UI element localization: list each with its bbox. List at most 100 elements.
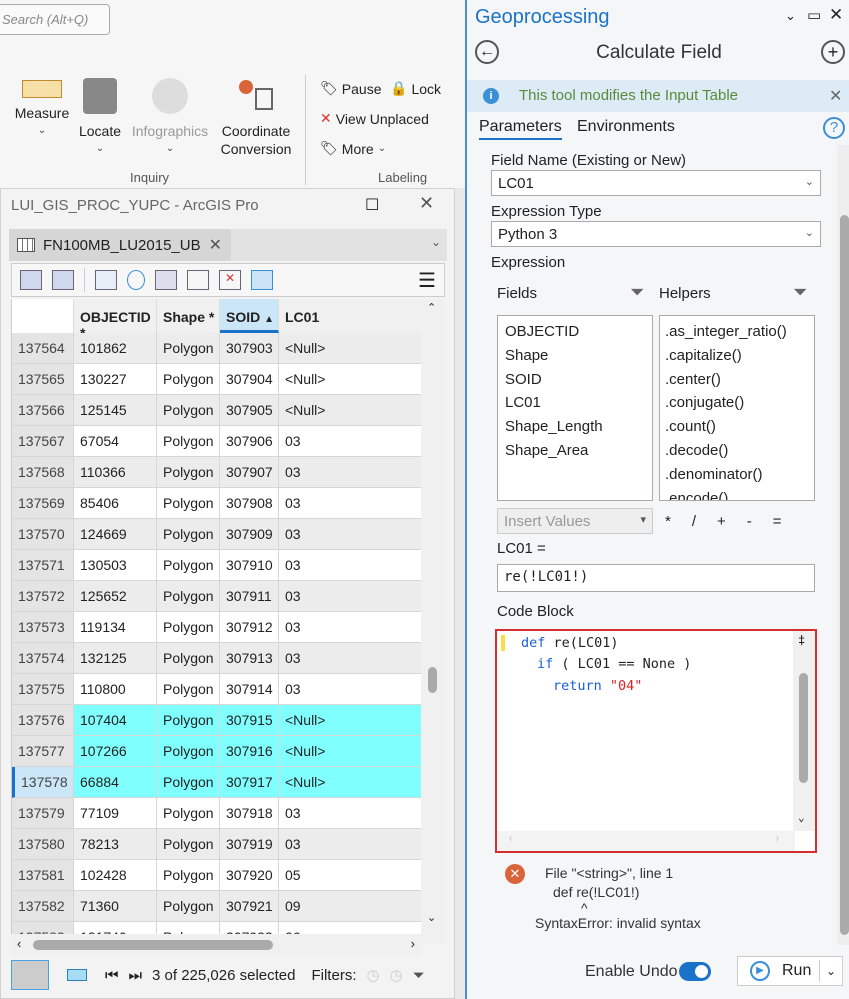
row-number[interactable]: 137567 xyxy=(12,426,74,457)
table-cell[interactable]: 71360 xyxy=(74,891,157,922)
table-cell[interactable]: 05 xyxy=(279,860,422,891)
column-header-shape[interactable]: Shape * xyxy=(157,299,220,333)
table-cell[interactable]: 125652 xyxy=(74,581,157,612)
row-number[interactable]: 137570 xyxy=(12,519,74,550)
field-name-select[interactable]: LC01 ⌄ xyxy=(491,170,821,196)
helper-list-item[interactable]: .count() xyxy=(665,415,814,439)
add-icon[interactable]: + xyxy=(821,40,845,64)
row-number[interactable]: 137575 xyxy=(12,674,74,705)
helper-list-item[interactable]: .denominator() xyxy=(665,463,814,487)
table-cell[interactable]: Polygon xyxy=(157,674,220,705)
table-cell[interactable]: Polygon xyxy=(157,364,220,395)
table-cell[interactable]: Polygon xyxy=(157,736,220,767)
table-cell[interactable]: <Null> xyxy=(279,767,422,798)
dismiss-info-icon[interactable]: ✕ xyxy=(829,86,842,106)
expression-type-select[interactable]: Python 3 ⌄ xyxy=(491,221,821,247)
table-cell[interactable]: 307920 xyxy=(220,860,279,891)
code-horizontal-scrollbar[interactable]: ‹ › xyxy=(497,831,795,851)
table-cell[interactable]: 110366 xyxy=(74,457,157,488)
table-cell[interactable]: Polygon xyxy=(157,798,220,829)
table-cell[interactable]: Polygon xyxy=(157,581,220,612)
tab-list-chevron-icon[interactable]: ⌄ xyxy=(431,235,441,249)
row-number[interactable]: 137577 xyxy=(12,736,74,767)
table-cell[interactable]: 307912 xyxy=(220,612,279,643)
search-input[interactable]: Search (Alt+Q) xyxy=(0,4,110,35)
table-cell[interactable]: 307908 xyxy=(220,488,279,519)
table-cell[interactable]: <Null> xyxy=(279,736,422,767)
table-cell[interactable]: 307904 xyxy=(220,364,279,395)
table-cell[interactable]: 307913 xyxy=(220,643,279,674)
table-cell[interactable]: 03 xyxy=(279,550,422,581)
select-all-corner[interactable] xyxy=(12,299,74,333)
table-cell[interactable]: 307914 xyxy=(220,674,279,705)
helper-list-item[interactable]: .encode() xyxy=(665,487,814,500)
table-cell[interactable]: 307915 xyxy=(220,705,279,736)
enable-undo-toggle[interactable] xyxy=(679,962,711,981)
row-number[interactable]: 137578 xyxy=(12,767,74,798)
table-cell[interactable]: 107266 xyxy=(74,736,157,767)
close-tab-icon[interactable]: ✕ xyxy=(209,235,222,255)
operator-button[interactable]: - xyxy=(747,513,752,530)
table-cell[interactable]: Polygon xyxy=(157,488,220,519)
table-cell[interactable]: Polygon xyxy=(157,457,220,488)
table-cell[interactable]: 307910 xyxy=(220,550,279,581)
table-cell[interactable]: 03 xyxy=(279,643,422,674)
helper-list-item[interactable]: .as_integer_ratio() xyxy=(665,320,814,344)
table-cell[interactable]: 130503 xyxy=(74,550,157,581)
add-field-icon[interactable] xyxy=(20,270,42,290)
table-cell[interactable]: 307921 xyxy=(220,891,279,922)
table-cell[interactable]: Polygon xyxy=(157,860,220,891)
table-cell[interactable]: 03 xyxy=(279,612,422,643)
row-number[interactable]: 137572 xyxy=(12,581,74,612)
table-cell[interactable]: 307922 xyxy=(220,922,279,934)
table-cell[interactable]: 110800 xyxy=(74,674,157,705)
code-vertical-scrollbar[interactable]: ‡ ⌄ xyxy=(793,631,815,831)
more-labeling-button[interactable]: 🏷 More ⌄ xyxy=(320,140,386,157)
row-number[interactable]: 137564 xyxy=(12,333,74,364)
row-number[interactable]: 137568 xyxy=(12,457,74,488)
pane-close-icon[interactable]: ✕ xyxy=(829,5,843,25)
table-cell[interactable]: 66884 xyxy=(74,767,157,798)
table-cell[interactable]: 78213 xyxy=(74,829,157,860)
table-menu-icon[interactable]: ☰ xyxy=(418,268,436,293)
table-cell[interactable]: <Null> xyxy=(279,705,422,736)
table-cell[interactable]: Polygon xyxy=(157,829,220,860)
expression-input[interactable]: re(!LC01!) xyxy=(497,564,815,592)
locate-button[interactable]: Locate ⌄ xyxy=(74,78,126,158)
table-cell[interactable]: 06 xyxy=(279,922,422,934)
table-cell[interactable]: Polygon xyxy=(157,395,220,426)
column-header-objectid[interactable]: OBJECTID * xyxy=(74,299,157,341)
calculate-field-icon[interactable] xyxy=(52,270,74,290)
table-cell[interactable]: 307911 xyxy=(220,581,279,612)
delete-selection-icon[interactable]: ✕ xyxy=(219,270,241,290)
lock-labeling-button[interactable]: 🔒 Lock xyxy=(390,80,441,97)
show-selected-records-button[interactable] xyxy=(67,969,87,981)
table-cell[interactable]: 307905 xyxy=(220,395,279,426)
horizontal-scroll-thumb[interactable] xyxy=(33,940,273,950)
table-cell[interactable]: 130227 xyxy=(74,364,157,395)
scroll-down-icon[interactable]: ⌄ xyxy=(798,811,805,824)
table-cell[interactable]: 03 xyxy=(279,426,422,457)
help-icon[interactable]: ? xyxy=(823,117,845,139)
pause-labeling-button[interactable]: 🏷 Pause xyxy=(320,80,381,97)
table-cell[interactable]: 03 xyxy=(279,798,422,829)
pane-maximize-icon[interactable]: ▭ xyxy=(807,6,821,24)
first-record-icon[interactable]: ⏮ xyxy=(105,967,119,984)
table-cell[interactable]: Polygon xyxy=(157,922,220,934)
vertical-scrollbar[interactable]: ⌃ ⌄ xyxy=(421,299,445,944)
operator-button[interactable]: / xyxy=(692,513,696,530)
row-number[interactable]: 137573 xyxy=(12,612,74,643)
table-cell[interactable]: 119134 xyxy=(74,612,157,643)
field-list-item[interactable]: Shape_Length xyxy=(505,415,652,439)
table-cell[interactable]: 85406 xyxy=(74,488,157,519)
zoom-to-selection-icon[interactable] xyxy=(127,270,145,290)
helpers-filter-icon[interactable]: ⏷ xyxy=(793,282,807,303)
view-unplaced-button[interactable]: ✕ View Unplaced xyxy=(320,110,429,127)
code-scroll-thumb[interactable] xyxy=(799,673,808,783)
insert-values-select[interactable]: Insert Values ▾ xyxy=(497,508,653,534)
table-cell[interactable]: 125145 xyxy=(74,395,157,426)
row-number[interactable]: 137565 xyxy=(12,364,74,395)
coordinate-conversion-button[interactable]: Coordinate Conversion xyxy=(216,80,296,158)
operator-button[interactable]: * xyxy=(665,513,671,530)
row-number[interactable]: 137574 xyxy=(12,643,74,674)
